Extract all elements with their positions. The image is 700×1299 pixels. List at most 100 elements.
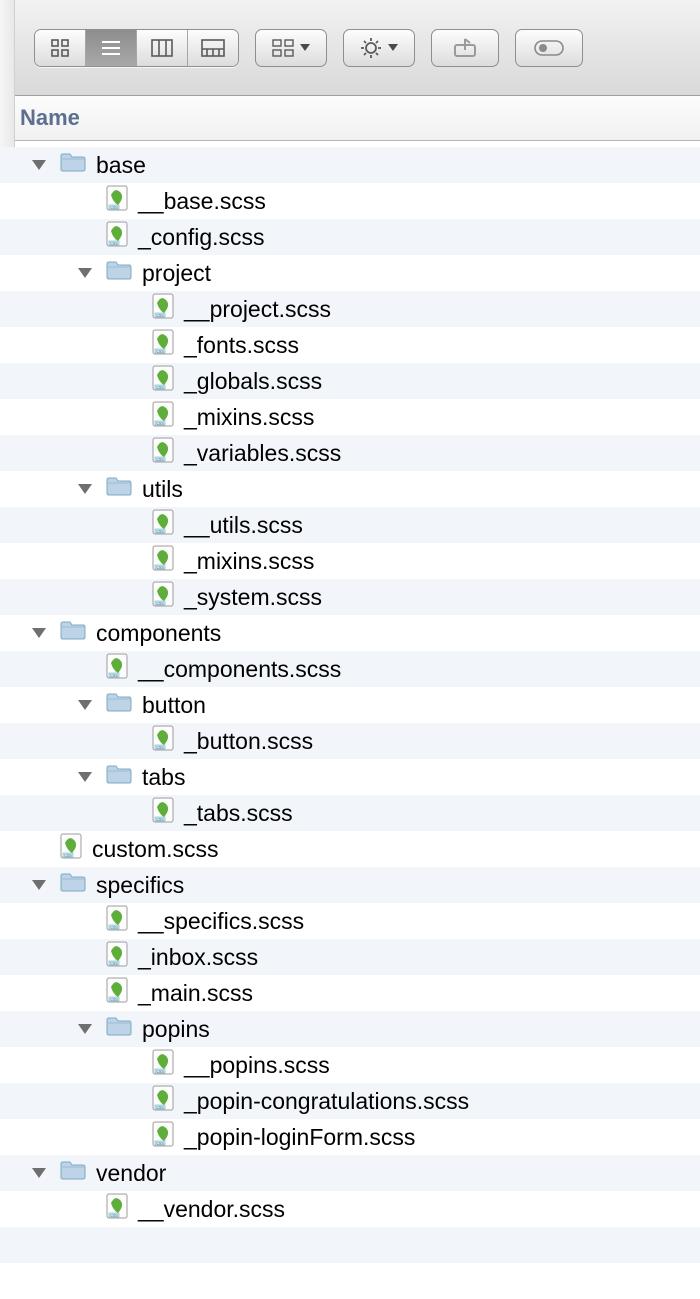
file-label: _popin-congratulations.scss xyxy=(184,1088,469,1115)
folder-label: components xyxy=(96,620,221,647)
file-row[interactable]: CSScustom.scss xyxy=(0,831,700,867)
folder-row[interactable]: vendor xyxy=(0,1155,700,1191)
action-button[interactable] xyxy=(343,29,415,67)
folder-row[interactable]: components xyxy=(0,615,700,651)
file-row[interactable]: CSS_button.scss xyxy=(0,723,700,759)
folder-label: utils xyxy=(142,476,183,503)
folder-icon xyxy=(60,1160,96,1186)
folder-row[interactable]: popins xyxy=(0,1011,700,1047)
coverflow-view-button[interactable] xyxy=(188,30,238,66)
folder-label: base xyxy=(96,152,146,179)
file-label: __popins.scss xyxy=(184,1052,330,1079)
disclosure-triangle-icon[interactable] xyxy=(76,264,94,282)
file-tree: baseCSS__base.scssCSS_config.scssproject… xyxy=(0,147,700,1299)
svg-text:CSS: CSS xyxy=(156,817,164,821)
folder-row[interactable]: project xyxy=(0,255,700,291)
file-row[interactable]: CSS_tabs.scss xyxy=(0,795,700,831)
scss-file-icon: CSS xyxy=(152,581,184,613)
disclosure-triangle-icon[interactable] xyxy=(76,768,94,786)
scss-file-icon: CSS xyxy=(152,401,184,433)
scss-file-icon: CSS xyxy=(152,1085,184,1117)
svg-text:CSS: CSS xyxy=(156,313,164,317)
disclosure-triangle-icon[interactable] xyxy=(76,480,94,498)
disclosure-triangle-icon[interactable] xyxy=(30,156,48,174)
folder-icon xyxy=(60,872,96,898)
column-header[interactable]: Name xyxy=(0,96,700,141)
file-row[interactable]: CSS__specifics.scss xyxy=(0,903,700,939)
svg-text:CSS: CSS xyxy=(156,421,164,425)
scss-file-icon: CSS xyxy=(152,545,184,577)
svg-text:CSS: CSS xyxy=(156,349,164,353)
share-button[interactable] xyxy=(431,29,499,67)
file-row[interactable]: CSS_main.scss xyxy=(0,975,700,1011)
disclosure-triangle-icon[interactable] xyxy=(30,876,48,894)
file-label: _mixins.scss xyxy=(184,548,314,575)
disclosure-spacer xyxy=(122,732,140,750)
disclosure-spacer xyxy=(122,408,140,426)
file-row[interactable]: CSS_config.scss xyxy=(0,219,700,255)
folder-row[interactable]: tabs xyxy=(0,759,700,795)
file-row[interactable]: CSS_mixins.scss xyxy=(0,543,700,579)
scss-file-icon: CSS xyxy=(152,293,184,325)
folder-row[interactable]: base xyxy=(0,147,700,183)
scss-file-icon: CSS xyxy=(152,725,184,757)
file-row[interactable]: CSS _mixins.scss xyxy=(0,399,700,435)
folder-label: tabs xyxy=(142,764,185,791)
file-label: __base.scss xyxy=(138,188,266,215)
file-label: _fonts.scss xyxy=(184,332,299,359)
file-label: __vendor.scss xyxy=(138,1196,285,1223)
view-mode-group xyxy=(34,29,239,67)
disclosure-triangle-icon[interactable] xyxy=(30,624,48,642)
file-label: _main.scss xyxy=(138,980,253,1007)
scss-file-icon: CSS xyxy=(152,509,184,541)
scss-file-icon: CSS xyxy=(152,329,184,361)
svg-text:CSS: CSS xyxy=(110,1213,118,1217)
file-row[interactable]: CSS __vendor.scss xyxy=(0,1191,700,1227)
folder-label: popins xyxy=(142,1016,210,1043)
arrange-button[interactable] xyxy=(255,29,327,67)
svg-text:CSS: CSS xyxy=(156,457,164,461)
disclosure-spacer xyxy=(76,228,94,246)
file-row[interactable]: CSS__utils.scss xyxy=(0,507,700,543)
file-label: __components.scss xyxy=(138,656,341,683)
svg-text:CSS: CSS xyxy=(156,385,164,389)
file-row[interactable]: CSS __components.scss xyxy=(0,651,700,687)
file-label: __specifics.scss xyxy=(138,908,304,935)
file-row[interactable]: CSS__project.scss xyxy=(0,291,700,327)
file-row[interactable]: CSS _fonts.scss xyxy=(0,327,700,363)
folder-icon xyxy=(106,692,142,718)
file-row[interactable]: CSS_inbox.scss xyxy=(0,939,700,975)
scss-file-icon: CSS xyxy=(152,365,184,397)
file-row[interactable]: CSS_variables.scss xyxy=(0,435,700,471)
tags-button[interactable] xyxy=(515,29,583,67)
folder-row[interactable]: specifics xyxy=(0,867,700,903)
disclosure-spacer xyxy=(122,1092,140,1110)
file-row[interactable]: CSS_globals.scss xyxy=(0,363,700,399)
file-row[interactable]: CSS__popins.scss xyxy=(0,1047,700,1083)
file-row[interactable]: CSS__base.scss xyxy=(0,183,700,219)
folder-row[interactable]: utils xyxy=(0,471,700,507)
file-label: _mixins.scss xyxy=(184,404,314,431)
disclosure-triangle-icon[interactable] xyxy=(76,1020,94,1038)
file-label: _system.scss xyxy=(184,584,322,611)
disclosure-triangle-icon[interactable] xyxy=(76,696,94,714)
scss-file-icon: CSS xyxy=(106,185,138,217)
column-view-button[interactable] xyxy=(137,30,188,66)
disclosure-triangle-icon[interactable] xyxy=(30,1164,48,1182)
svg-text:CSS: CSS xyxy=(64,853,72,857)
file-row[interactable]: CSS_popin-loginForm.scss xyxy=(0,1119,700,1155)
scss-file-icon: CSS xyxy=(106,653,138,685)
file-row[interactable]: CSS_system.scss xyxy=(0,579,700,615)
file-row[interactable]: CSS_popin-congratulations.scss xyxy=(0,1083,700,1119)
chevron-down-icon xyxy=(300,44,310,51)
disclosure-spacer xyxy=(76,660,94,678)
disclosure-spacer xyxy=(122,588,140,606)
disclosure-spacer xyxy=(30,840,48,858)
list-view-button[interactable] xyxy=(86,30,137,66)
icon-view-button[interactable] xyxy=(35,30,86,66)
scss-file-icon: CSS xyxy=(60,833,92,865)
svg-text:CSS: CSS xyxy=(110,673,118,677)
folder-row[interactable]: button xyxy=(0,687,700,723)
column-header-name: Name xyxy=(20,105,80,131)
disclosure-spacer xyxy=(122,552,140,570)
